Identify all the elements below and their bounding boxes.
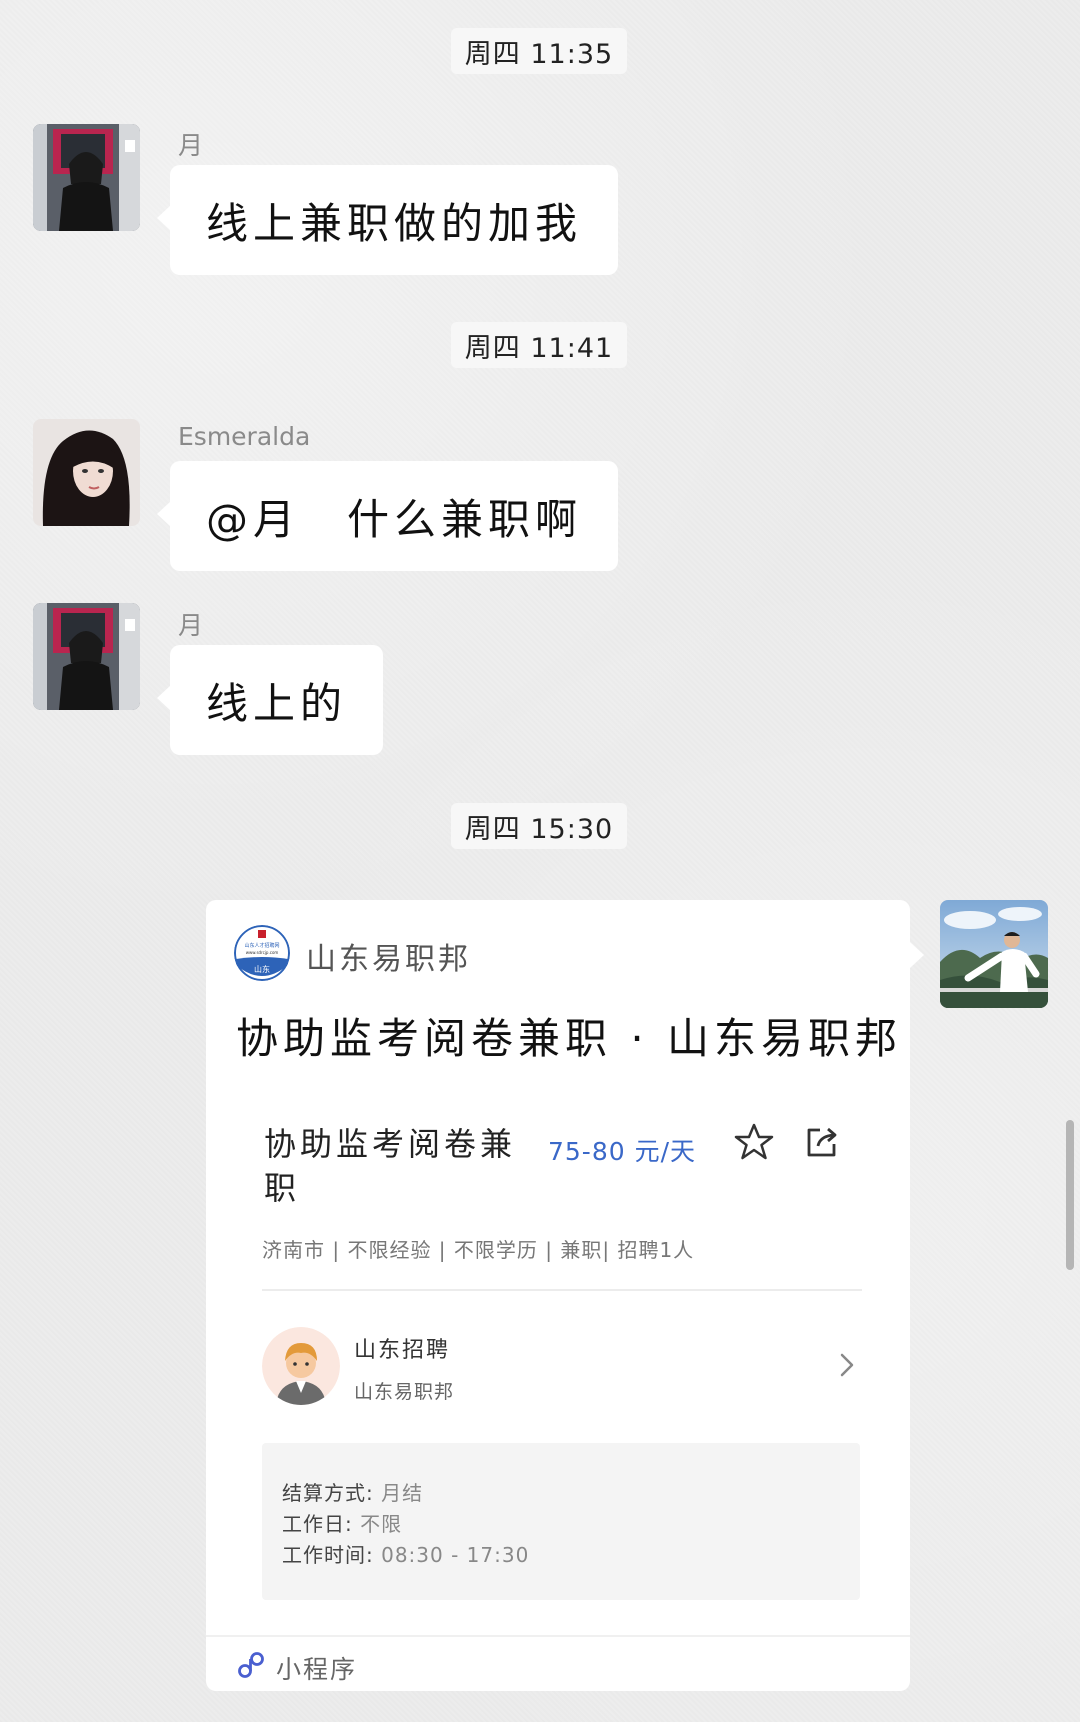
settlement-label: 结算方式:: [282, 1481, 382, 1505]
recruiter-company: 山东易职邦: [354, 1381, 455, 1403]
avatar[interactable]: [33, 603, 140, 710]
workday-label: 工作日:: [282, 1512, 361, 1536]
message-bubble[interactable]: 线上的: [156, 645, 384, 755]
timestamp: 周四 15:30: [451, 803, 627, 849]
company-logo: 山东人才招聘网 www.sdrcjp.com 山东: [234, 925, 290, 981]
message-bubble[interactable]: 线上兼职做的加我: [156, 165, 619, 275]
settlement-row: 结算方式: 月结: [282, 1477, 423, 1506]
divider: [206, 1635, 910, 1637]
avatar[interactable]: [33, 419, 140, 526]
mini-program-icon: [238, 1652, 264, 1678]
timestamp: 周四 11:35: [451, 28, 627, 74]
avatar[interactable]: [33, 124, 140, 231]
worktime-value: 08:30 - 17:30: [381, 1543, 530, 1567]
logo-text: 山东人才招聘网: [244, 942, 279, 949]
job-info-box: 结算方式: 月结 工作日: 不限 工作时间: 08:30 - 17:30: [262, 1443, 860, 1600]
divider: [262, 1289, 862, 1291]
mini-program-card[interactable]: 山东人才招聘网 www.sdrcjp.com 山东 山东易职邦 协助监考阅卷兼职…: [206, 900, 924, 1691]
avatar[interactable]: [940, 900, 1048, 1008]
sender-name: 月: [178, 611, 204, 640]
timestamp: 周四 11:41: [451, 322, 627, 368]
mini-program-label: 小程序: [276, 1655, 358, 1684]
card-title: 协助监考阅卷兼职 · 山东易职邦: [236, 1014, 903, 1063]
sender-name: Esmeralda: [178, 422, 311, 451]
logo-region-text: 山东: [254, 964, 270, 974]
recruiter-avatar: [262, 1327, 340, 1405]
mini-program-source: 山东易职邦: [306, 942, 471, 977]
message-bubble[interactable]: @月 什么兼职啊: [156, 461, 619, 571]
worktime-row: 工作时间: 08:30 - 17:30: [282, 1539, 529, 1568]
star-icon[interactable]: [734, 1122, 774, 1162]
workday-value: 不限: [360, 1512, 403, 1536]
sender-name: 月: [178, 131, 204, 160]
worktime-label: 工作时间:: [282, 1543, 382, 1567]
job-meta: 济南市 | 不限经验 | 不限学历 | 兼职| 招聘1人: [262, 1238, 695, 1262]
share-icon[interactable]: [804, 1124, 840, 1160]
recruiter-name: 山东招聘: [354, 1338, 451, 1363]
settlement-value: 月结: [381, 1481, 424, 1505]
job-title: 协助监考阅卷兼职: [264, 1125, 517, 1207]
chevron-right-icon[interactable]: [836, 1350, 858, 1380]
workday-row: 工作日: 不限: [282, 1508, 402, 1537]
logo-url-text: www.sdrcjp.com: [246, 950, 279, 955]
salary: 75-80 元/天: [548, 1137, 697, 1166]
scrollbar[interactable]: [1066, 1120, 1074, 1270]
